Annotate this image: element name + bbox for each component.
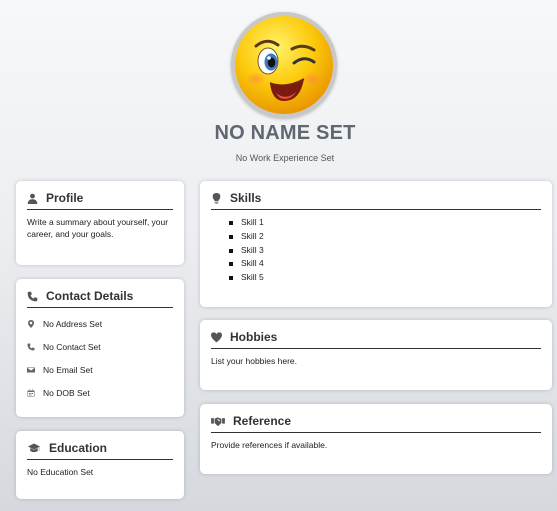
reference-header: Reference	[211, 414, 541, 433]
reference-text: Provide references if available.	[211, 440, 328, 450]
education-title: Education	[49, 441, 108, 455]
profile-card: Profile Write a summary about yourself, …	[16, 181, 184, 265]
contact-title: Contact Details	[46, 289, 134, 303]
profile-title: Profile	[46, 191, 84, 205]
full-name: NO NAME SET	[214, 122, 356, 144]
reference-title: Reference	[233, 414, 292, 428]
hobbies-header: Hobbies	[211, 330, 541, 349]
avatar	[231, 12, 337, 118]
list-item: Skill 1	[229, 216, 541, 230]
education-header: Education	[27, 441, 173, 460]
hobbies-text: List your hobbies here.	[211, 356, 297, 366]
hobbies-card: Hobbies List your hobbies here.	[200, 320, 552, 390]
list-item: Skill 5	[229, 271, 541, 285]
heart-icon	[211, 331, 222, 342]
calendar-icon	[27, 389, 35, 396]
list-item: Skill 3	[229, 244, 541, 258]
skills-title: Skills	[230, 191, 262, 205]
lightbulb-icon	[212, 192, 221, 204]
winking-smiley-icon	[235, 16, 333, 114]
phone-value: No Contact Set	[43, 341, 101, 352]
hobbies-title: Hobbies	[230, 330, 278, 344]
phone-icon	[27, 343, 35, 350]
education-text: No Education Set	[27, 467, 94, 477]
list-item: Skill 2	[229, 230, 541, 244]
address-value: No Address Set	[43, 318, 103, 329]
profile-header: Profile	[27, 191, 173, 210]
reference-card: Reference Provide references if availabl…	[200, 404, 552, 474]
skills-header: Skills	[211, 191, 541, 210]
list-item: Skill 4	[229, 257, 541, 271]
envelope-icon	[27, 367, 35, 372]
address-row: No Address Set	[27, 314, 173, 333]
email-value: No Email Set	[43, 364, 93, 375]
skills-card: Skills Skill 1 Skill 2 Skill 3 Skill 4 S…	[200, 181, 552, 307]
user-icon	[27, 193, 38, 204]
job-title: No Work Experience Set	[235, 153, 335, 163]
profile-summary: Write a summary about yourself, your car…	[27, 217, 169, 240]
skills-list: Skill 1 Skill 2 Skill 3 Skill 4 Skill 5	[211, 216, 541, 285]
dob-value: No DOB Set	[43, 387, 90, 398]
education-card: Education No Education Set	[16, 431, 184, 499]
handshake-icon	[211, 416, 225, 426]
contact-card: Contact Details No Address Set No Contac…	[16, 279, 184, 417]
contact-header: Contact Details	[27, 289, 173, 308]
phone-row: No Contact Set	[27, 337, 173, 356]
dob-row: No DOB Set	[27, 383, 173, 402]
email-row: No Email Set	[27, 360, 173, 379]
graduation-cap-icon	[28, 443, 40, 453]
map-marker-icon	[28, 319, 34, 328]
phone-icon	[27, 291, 38, 301]
